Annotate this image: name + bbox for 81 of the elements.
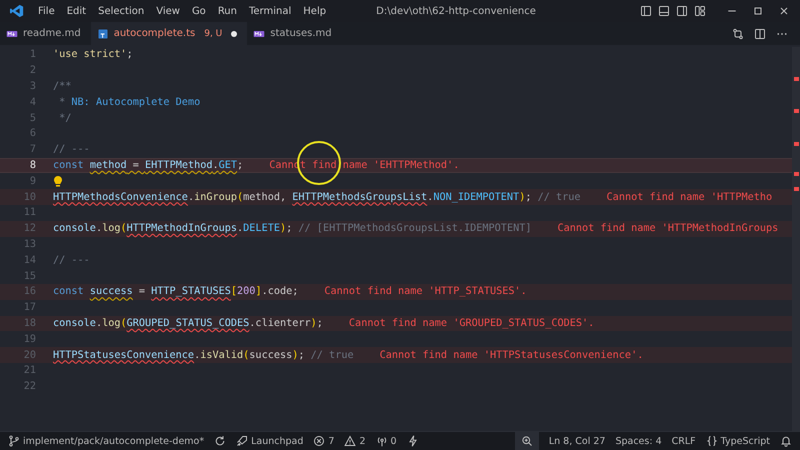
status-item[interactable]: Spaces: 4 — [615, 436, 662, 446]
line-number: 22 — [22, 381, 36, 392]
code-line: // --- — [53, 254, 90, 266]
broadcast-icon[interactable] — [376, 435, 388, 447]
lightbulb-icon[interactable] — [53, 175, 63, 188]
line-number: 14 — [22, 254, 36, 266]
maximize-icon[interactable] — [752, 5, 764, 17]
line-number: 5 — [28, 112, 36, 124]
line-number: 13 — [22, 238, 36, 250]
line-number: 11 — [22, 207, 36, 218]
branch-icon[interactable] — [8, 435, 20, 447]
code-line: HTTPMethodsConvenience.inGroup(method, EHTTPMethodsGroupsList.NON_IDEMPOTENT); // true — [53, 192, 581, 203]
line-number: 1 — [28, 49, 36, 60]
sidebar-layout-icon[interactable] — [640, 5, 652, 17]
menu-item[interactable]: Selection — [92, 6, 150, 16]
status-item[interactable]: CRLF — [672, 436, 696, 446]
status-item[interactable]: implement/pack/autocomplete-demo* — [23, 436, 204, 446]
error-message: Cannot find name 'HTTPMethodInGroups — [557, 223, 778, 234]
line-number: 21 — [22, 365, 36, 376]
status-item[interactable]: TypeScript — [720, 436, 770, 446]
code-line: console.log(GROUPED_STATUS_CODES.clienterr); — [53, 318, 323, 329]
line-number: 10 — [22, 192, 36, 203]
code-line: console.log(HTTPMethodInGroups.DELETE); // [EHTTPMethodsGroupsList.IDEMPOTENT] — [53, 223, 532, 234]
customize-layout-icon[interactable] — [694, 5, 706, 17]
menu-item[interactable]: File — [32, 6, 61, 16]
close-icon[interactable] — [778, 5, 790, 17]
typescript-file-icon — [96, 28, 109, 40]
status-item[interactable]: Ln 8, Col 27 — [548, 436, 606, 446]
code-line: const method = EHTTPMethod.GET; — [53, 160, 244, 171]
error-icon[interactable] — [313, 435, 326, 447]
error-message: Cannot find name 'HTTPStatusesConvenience'. — [380, 350, 644, 361]
line-number: 4 — [28, 96, 36, 108]
braces-icon[interactable] — [706, 435, 718, 447]
menu-item[interactable]: Edit — [60, 6, 92, 16]
code-line: */ — [58, 112, 72, 124]
line-number: 17 — [22, 302, 36, 314]
menu-item[interactable]: Terminal — [243, 6, 298, 16]
menu-item[interactable]: Go — [186, 6, 212, 16]
app-logo-icon — [10, 4, 24, 18]
line-number: 8 — [28, 160, 36, 171]
menu-item[interactable]: Run — [212, 6, 243, 16]
line-number: 9 — [28, 176, 36, 187]
window-title: D:\dev\oth\62-http-convenience — [375, 6, 537, 16]
line-number: 12 — [22, 223, 36, 234]
status-item[interactable]: 7 — [328, 436, 334, 446]
compare-changes-icon[interactable] — [732, 28, 744, 40]
line-number: 18 — [22, 318, 36, 329]
error-message: Cannot find name 'HTTP_STATUSES'. — [324, 286, 527, 298]
line-number: 15 — [22, 270, 36, 282]
error-message: Cannot find name 'HTTPMetho — [606, 192, 772, 203]
line-number: 6 — [28, 128, 36, 140]
line-number: 7 — [28, 144, 36, 156]
split-editor-icon[interactable] — [754, 28, 766, 40]
secondary-sidebar-layout-icon[interactable] — [676, 5, 688, 17]
panel-layout-icon[interactable] — [658, 5, 670, 17]
zoom-button[interactable] — [514, 432, 539, 450]
code-line: HTTPStatusesConvenience.isValid(success); // true — [53, 350, 354, 361]
menu-item[interactable]: View — [150, 6, 186, 16]
code-line: 'use strict'; — [53, 49, 133, 60]
problem-count: 9, U — [204, 28, 222, 38]
code-line: // --- — [53, 144, 90, 156]
zoom-icon[interactable] — [520, 435, 533, 447]
menu-item[interactable]: Help — [297, 6, 332, 16]
code-line: /** — [53, 80, 72, 92]
code-line: const success = HTTP_STATUSES[200].code; — [53, 286, 298, 298]
line-number: 3 — [28, 80, 36, 92]
line-number: 16 — [22, 286, 36, 298]
rocket-icon[interactable] — [236, 435, 248, 447]
status-item[interactable]: 2 — [359, 436, 366, 446]
editor-tab[interactable]: autocomplete.ts 9, U — [90, 22, 248, 45]
status-item[interactable]: 0 — [390, 436, 397, 446]
code-line: * NB: Autocomplete Demo — [58, 96, 200, 108]
line-number: 20 — [22, 350, 36, 361]
status-item[interactable]: Launchpad — [251, 436, 304, 446]
warning-icon[interactable] — [344, 435, 356, 447]
line-number: 2 — [28, 65, 36, 76]
line-number: 19 — [22, 334, 36, 345]
bell-icon[interactable] — [780, 435, 792, 447]
lightning-icon[interactable] — [406, 435, 419, 447]
error-message: Cannot find name 'GROUPED_STATUS_CODES'. — [348, 318, 594, 329]
sync-icon[interactable] — [214, 435, 226, 447]
